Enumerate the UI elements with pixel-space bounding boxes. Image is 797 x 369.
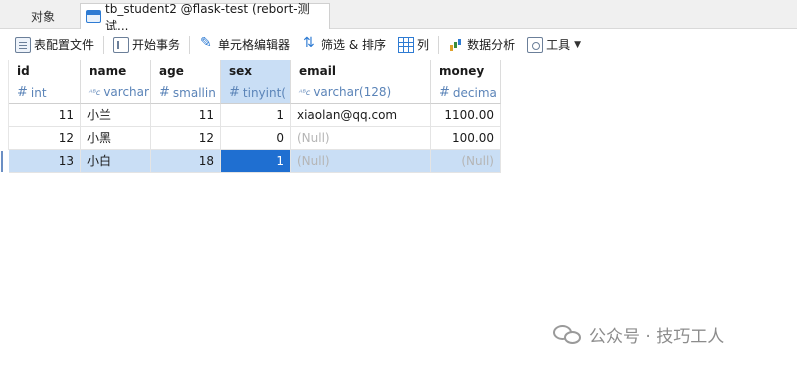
pencil-icon	[199, 35, 215, 53]
cell-email[interactable]: xiaolan@qq.com	[291, 104, 431, 127]
column-header-row: id # int name ᴬᴮc varchar age # smallin sex…	[9, 60, 501, 104]
tab-bar: 对象 tb_student2 @flask-test (rebort-测试...	[0, 0, 797, 33]
current-row-indicator	[0, 150, 9, 173]
cell-name[interactable]: 小兰	[81, 104, 151, 127]
column-name: id	[17, 64, 30, 78]
filter-sort-button[interactable]: 筛选 & 排序	[299, 34, 389, 56]
toolbar-divider	[438, 35, 440, 54]
cell-sex[interactable]: 1	[221, 104, 291, 127]
cell-sex[interactable]: 0	[221, 127, 291, 150]
toolbar-divider	[103, 35, 105, 54]
cell-money[interactable]: 100.00	[431, 127, 501, 150]
begin-transaction-label: 开始事务	[132, 38, 181, 52]
cell-name[interactable]: 小白	[81, 150, 151, 173]
cell-money[interactable]: (Null)	[431, 150, 501, 173]
cell-age[interactable]: 11	[151, 104, 221, 127]
cell-email[interactable]: (Null)	[291, 150, 431, 173]
data-analysis-label: 数据分析	[467, 38, 516, 52]
table-config-icon	[15, 36, 31, 53]
tools-icon	[527, 36, 544, 53]
cell-editor-label: 单元格编辑器	[218, 38, 291, 52]
table-row[interactable]: 12 小黑 12 0 (Null) 100.00	[9, 127, 501, 150]
cell-sex-focused[interactable]: 1	[221, 150, 291, 173]
cell-email[interactable]: (Null)	[291, 127, 431, 150]
column-type: varchar	[103, 85, 149, 99]
column-type: tinyint(	[242, 85, 286, 100]
watermark: 公众号 · 技巧工人	[553, 322, 724, 347]
cell-name[interactable]: 小黑	[81, 127, 151, 150]
tab-table-label: tb_student2 @flask-test (rebort-测试...	[105, 1, 310, 33]
numeric-type-icon: #	[159, 85, 170, 100]
table-config-button[interactable]: 表配置文件	[12, 34, 97, 56]
filter-sort-icon	[302, 35, 318, 53]
text-type-icon: ᴬᴮc	[299, 87, 311, 97]
column-header-id[interactable]: id # int	[9, 60, 81, 104]
table-row[interactable]: 11 小兰 11 1 xiaolan@qq.com 1100.00	[9, 104, 501, 127]
filter-sort-label: 筛选 & 排序	[321, 38, 387, 52]
columns-grid-icon	[398, 36, 415, 53]
bar-chart-icon	[448, 37, 464, 53]
caret-down-icon: ▼	[574, 39, 582, 50]
cell-id[interactable]: 12	[9, 127, 81, 150]
column-name: name	[89, 64, 127, 78]
column-type: int	[30, 85, 47, 100]
column-name: sex	[229, 64, 253, 78]
data-analysis-button[interactable]: 数据分析	[445, 34, 518, 56]
table-config-label: 表配置文件	[34, 38, 95, 52]
column-name: email	[299, 64, 336, 78]
column-header-sex[interactable]: sex # tinyint(	[221, 60, 291, 104]
cell-id[interactable]: 11	[9, 104, 81, 127]
transaction-icon	[113, 36, 130, 53]
column-header-money[interactable]: money # decima	[431, 60, 501, 104]
toolbar: 表配置文件 开始事务 单元格编辑器 筛选 & 排序 列 数据分析 工具 ▼	[0, 30, 797, 59]
column-type: decima	[452, 85, 497, 100]
columns-button[interactable]: 列	[395, 34, 432, 56]
tab-objects-label: 对象	[30, 9, 55, 24]
table-icon	[86, 10, 101, 23]
numeric-type-icon: #	[439, 85, 450, 100]
column-header-name[interactable]: name ᴬᴮc varchar	[81, 60, 151, 104]
cell-money[interactable]: 1100.00	[431, 104, 501, 127]
column-name: age	[159, 64, 184, 78]
column-type: smallin	[172, 85, 216, 100]
wechat-logo-icon	[553, 323, 583, 347]
cell-age[interactable]: 12	[151, 127, 221, 150]
begin-transaction-button[interactable]: 开始事务	[110, 34, 183, 56]
columns-label: 列	[417, 38, 430, 52]
watermark-text: 公众号 · 技巧工人	[589, 327, 725, 347]
tab-objects[interactable]: 对象	[8, 3, 78, 29]
cell-age[interactable]: 18	[151, 150, 221, 173]
cell-id[interactable]: 13	[9, 150, 81, 173]
column-header-email[interactable]: email ᴬᴮc varchar(128)	[291, 60, 431, 104]
tab-table-tb-student2[interactable]: tb_student2 @flask-test (rebort-测试...	[80, 2, 330, 33]
column-name: money	[439, 64, 485, 78]
column-type: varchar(128)	[313, 85, 392, 99]
toolbar-divider	[189, 35, 191, 54]
table-row-selected[interactable]: 13 小白 18 1 (Null) (Null)	[9, 150, 501, 173]
cell-editor-button[interactable]: 单元格编辑器	[196, 34, 293, 56]
numeric-type-icon: #	[17, 85, 28, 100]
numeric-type-icon: #	[229, 85, 240, 100]
text-type-icon: ᴬᴮc	[89, 87, 101, 97]
tools-dropdown-button[interactable]: 工具 ▼	[524, 34, 584, 56]
tools-label: 工具	[546, 38, 571, 52]
column-header-age[interactable]: age # smallin	[151, 60, 221, 104]
